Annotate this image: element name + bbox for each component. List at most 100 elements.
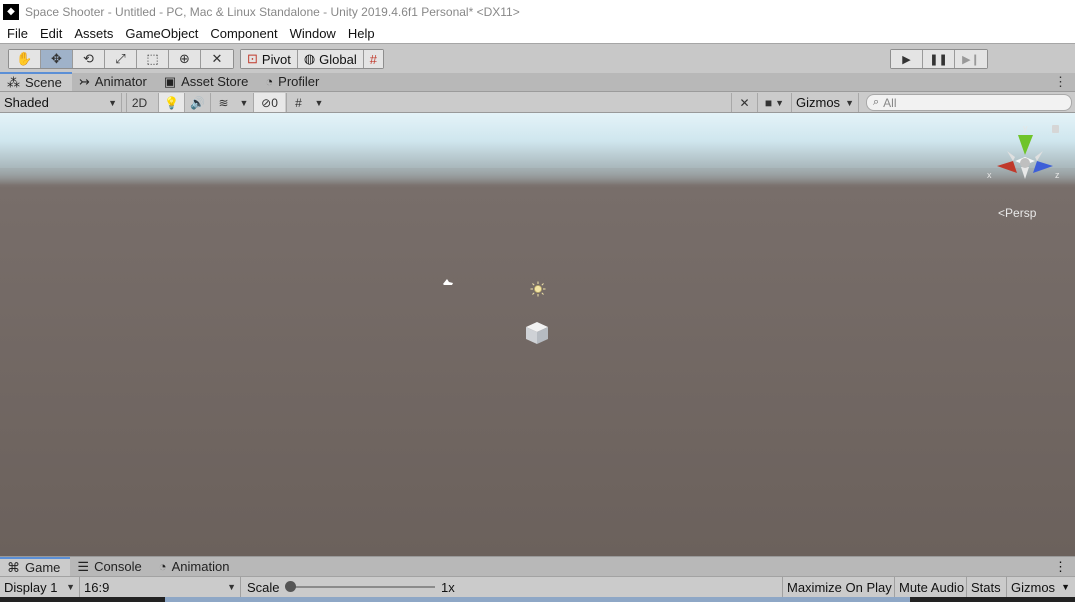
- grid-icon: #: [295, 95, 302, 110]
- tab-game[interactable]: ⌘ Game: [0, 557, 71, 576]
- asset-store-icon: ▣: [163, 73, 177, 89]
- audio-toggle[interactable]: 🔊: [184, 93, 210, 112]
- draw-mode-dropdown[interactable]: Shaded ▼: [0, 93, 122, 112]
- rotate-tool-button[interactable]: ⟲: [73, 50, 105, 68]
- display-value: Display 1: [4, 579, 58, 595]
- game-toolbar: Display 1 ▼ 16:9 ▼ Scale 1x Maximize On …: [0, 576, 1075, 597]
- stats-toggle[interactable]: Stats: [966, 577, 1005, 597]
- scale-slider-track[interactable]: [289, 586, 435, 588]
- title-bar: ◆ Space Shooter - Untitled - PC, Mac & L…: [0, 0, 1075, 23]
- tab-asset-store-label: Asset Store: [181, 74, 249, 89]
- menu-window[interactable]: Window: [284, 26, 342, 41]
- grid-dropdown[interactable]: ▼: [310, 93, 328, 112]
- mute-audio-toggle[interactable]: Mute Audio: [894, 577, 968, 597]
- game-gizmos-dropdown[interactable]: Gizmos ▼: [1006, 577, 1075, 597]
- mute-label: Mute Audio: [899, 579, 965, 595]
- lighting-toggle[interactable]: 💡: [158, 93, 184, 112]
- chevron-down-icon: ▼: [845, 97, 854, 108]
- search-icon: ⌕: [873, 96, 880, 108]
- scene-tabbar: ⁂ Scene ↣ Animator ▣ Asset Store ◔ Profi…: [0, 72, 1075, 92]
- search-input[interactable]: [883, 95, 1064, 110]
- projection-label: Persp: [1005, 206, 1037, 220]
- projection-toggle[interactable]: <Persp: [998, 206, 1036, 220]
- tab-asset-store[interactable]: ▣ Asset Store: [157, 72, 259, 91]
- custom-tool-button[interactable]: ✕: [201, 50, 233, 68]
- game-controller-icon: ⌘: [7, 559, 20, 575]
- layers-icon: ≋: [218, 95, 229, 110]
- chevron-down-icon: ▼: [1061, 582, 1070, 592]
- tools-button[interactable]: ✕: [731, 93, 757, 112]
- play-button[interactable]: ▶: [891, 50, 923, 68]
- effects-toggle[interactable]: ≋: [210, 93, 236, 112]
- tab-animator-label: Animator: [94, 74, 147, 89]
- horizon: [0, 168, 1075, 188]
- rect-tool-button[interactable]: ⬚: [137, 50, 169, 68]
- scale-slider-handle[interactable]: [285, 581, 296, 592]
- grid-toggle[interactable]: #: [286, 93, 310, 112]
- scale-tool-button[interactable]: ⤢: [105, 50, 137, 68]
- maximize-on-play-toggle[interactable]: Maximize On Play: [782, 577, 896, 597]
- tab-animator[interactable]: ↣ Animator: [72, 72, 157, 91]
- scale-label: Scale: [247, 579, 280, 595]
- unity-logo-icon: ◆: [3, 3, 19, 20]
- chevron-down-icon: ▼: [227, 582, 236, 592]
- tab-animation[interactable]: ◔ Animation: [152, 557, 240, 576]
- pause-button[interactable]: ❚❚: [923, 50, 955, 68]
- chevron-down-icon: ▼: [66, 582, 75, 592]
- scene-viewport[interactable]: y x z <Persp: [0, 113, 1075, 556]
- scene-toolbar: Shaded ▼ 2D 💡 🔊 ≋ ▼ ⊘ 0 # ▼ ✕ ■ ▼ Gizmos…: [0, 92, 1075, 113]
- menu-component[interactable]: Component: [204, 26, 283, 41]
- global-label: Global: [319, 51, 357, 67]
- custom-tool-icon: ✕: [211, 51, 223, 67]
- orientation-gizmo[interactable]: y x z: [985, 121, 1065, 206]
- window-title: Space Shooter - Untitled - PC, Mac & Lin…: [25, 4, 520, 19]
- transform-tool-button[interactable]: ⊕: [169, 50, 201, 68]
- tab-scene[interactable]: ⁂ Scene: [0, 72, 72, 91]
- hidden-objects-toggle[interactable]: ⊘ 0: [253, 93, 285, 112]
- panel-menu-icon[interactable]: ⋮: [1054, 559, 1067, 575]
- move-tool-button[interactable]: ✥: [41, 50, 73, 68]
- gizmos-label: Gizmos: [796, 95, 841, 110]
- profiler-icon: ◔: [265, 74, 274, 89]
- aspect-value: 16:9: [84, 579, 110, 595]
- light-gizmo-icon: [530, 281, 546, 297]
- aspect-dropdown[interactable]: 16:9 ▼: [80, 577, 241, 597]
- menu-edit[interactable]: Edit: [34, 26, 68, 41]
- maximize-label: Maximize On Play: [787, 579, 892, 595]
- camera-button[interactable]: ■ ▼: [757, 93, 791, 112]
- play-icon: ▶: [902, 52, 911, 66]
- mode-2d-button[interactable]: 2D: [126, 93, 152, 112]
- step-button[interactable]: ▶❙: [955, 50, 987, 68]
- hand-tool-button[interactable]: ✋: [9, 50, 41, 68]
- menu-help[interactable]: Help: [342, 26, 381, 41]
- scale-value: 1x: [441, 579, 455, 595]
- speaker-icon: 🔊: [190, 95, 205, 110]
- axis-z-label: z: [1055, 170, 1060, 180]
- lightbulb-icon: 💡: [164, 95, 179, 110]
- gizmos-dropdown[interactable]: Gizmos ▼: [791, 93, 859, 112]
- wrench-icon: ✕: [739, 95, 750, 110]
- scene-icon: ⁂: [7, 74, 20, 90]
- main-toolbar: ✋ ✥ ⟲ ⤢ ⬚ ⊕ ✕ ⊡ Pivot ◍ Global # ▶ ❚❚ ▶❙: [0, 43, 1075, 73]
- cube-object[interactable]: [524, 320, 550, 346]
- global-button[interactable]: ◍ Global: [297, 50, 364, 68]
- tab-profiler[interactable]: ◔ Profiler: [258, 72, 329, 91]
- playback-controls: ▶ ❚❚ ▶❙: [890, 49, 988, 69]
- game-gizmos-label: Gizmos: [1011, 579, 1056, 595]
- menu-file[interactable]: File: [0, 26, 34, 41]
- camera-icon: ■: [764, 95, 773, 110]
- pause-icon: ❚❚: [929, 52, 948, 66]
- menu-gameobject[interactable]: GameObject: [119, 26, 204, 41]
- display-dropdown[interactable]: Display 1 ▼: [0, 577, 80, 597]
- tab-console[interactable]: ☰ Console: [70, 557, 151, 576]
- pivot-button[interactable]: ⊡ Pivot: [241, 50, 298, 68]
- panel-menu-icon[interactable]: ⋮: [1054, 74, 1067, 90]
- scale-icon: ⤢: [115, 51, 126, 67]
- effects-dropdown[interactable]: ▼: [236, 93, 252, 112]
- snap-button[interactable]: #: [363, 50, 383, 68]
- eye-slash-icon: ⊘: [261, 95, 272, 110]
- menu-bar: File Edit Assets GameObject Component Wi…: [0, 23, 1075, 43]
- lock-icon[interactable]: [1052, 125, 1059, 133]
- menu-assets[interactable]: Assets: [68, 26, 119, 41]
- move-icon: ✥: [51, 51, 62, 67]
